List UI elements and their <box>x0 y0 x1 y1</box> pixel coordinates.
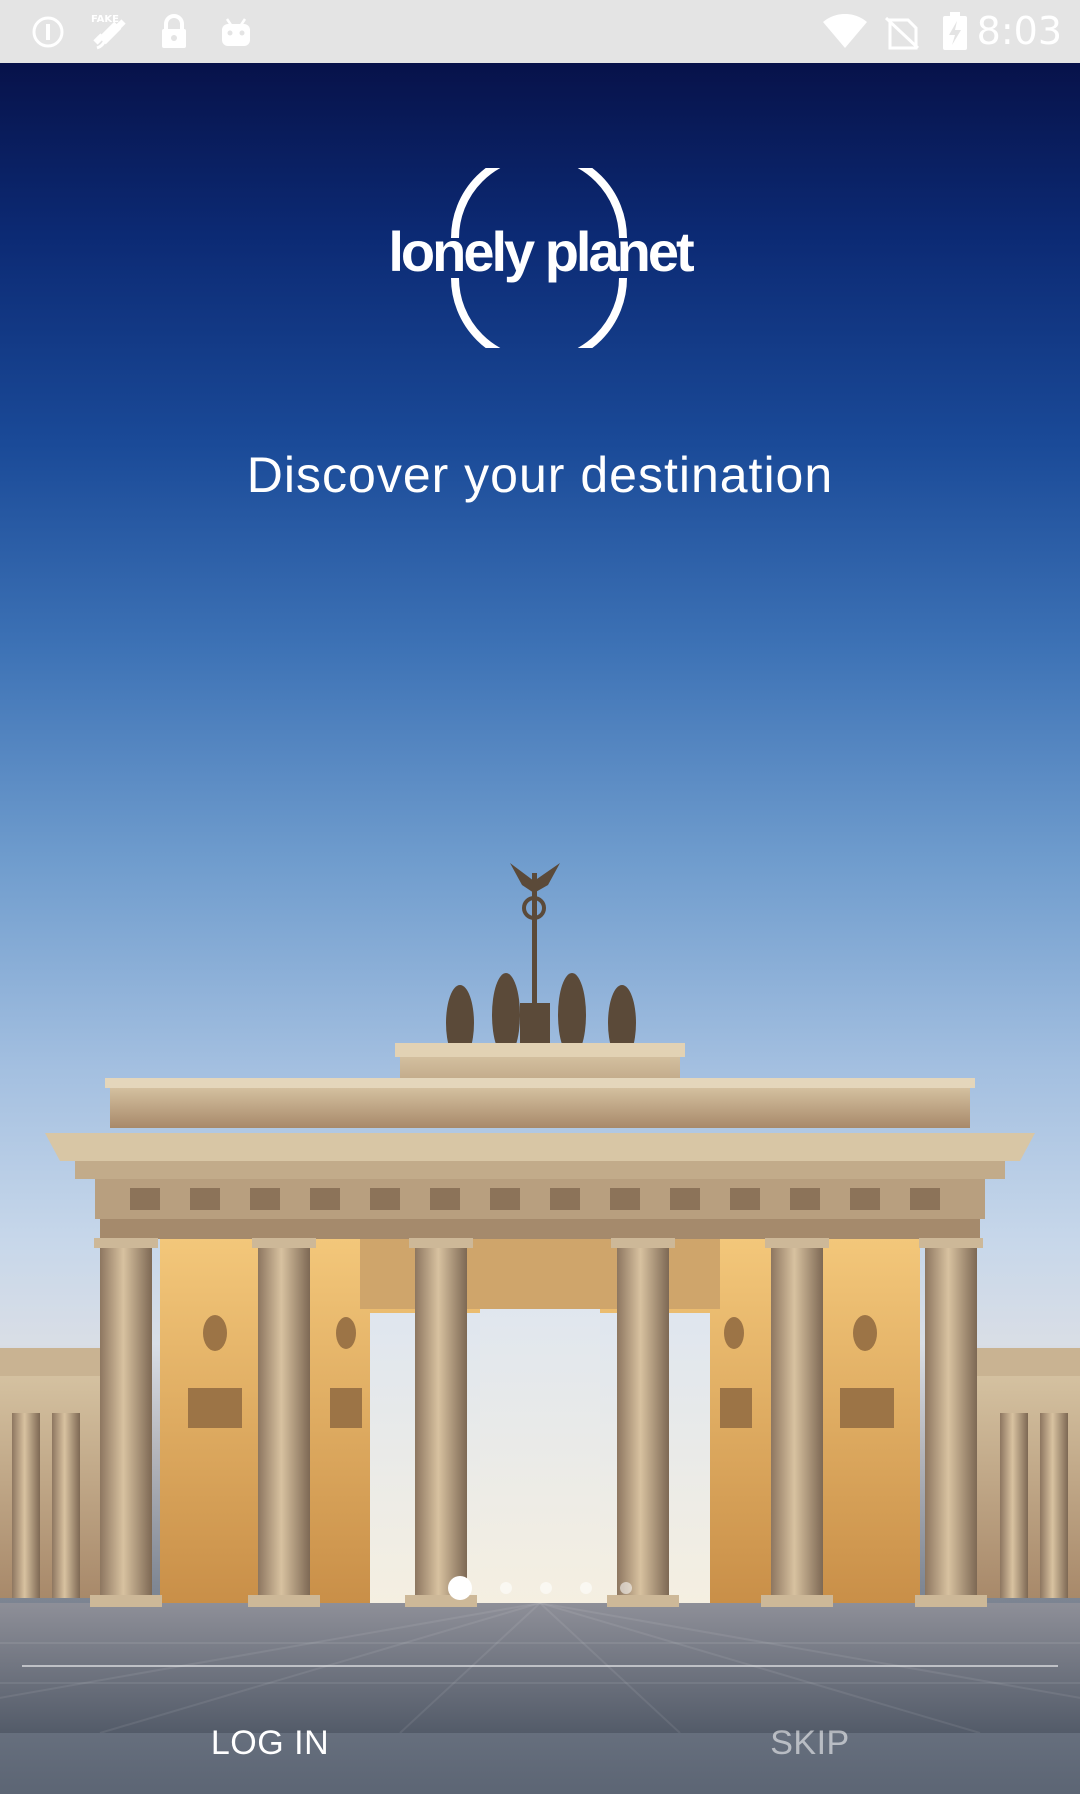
skip-button[interactable]: SKIP <box>660 1703 960 1783</box>
onboarding-hero: lonely planet Discover your destination <box>0 63 1080 1794</box>
page-dot[interactable] <box>500 1582 512 1594</box>
page-dot[interactable] <box>620 1582 632 1594</box>
fake-gps-icon: FAKE <box>88 0 134 63</box>
onboarding-tagline: Discover your destination <box>246 447 834 503</box>
page-dot-active[interactable] <box>448 1576 472 1600</box>
page-dot[interactable] <box>540 1582 552 1594</box>
page-indicator <box>0 1573 1080 1603</box>
battery-charging-icon <box>938 0 972 63</box>
page-dot[interactable] <box>580 1582 592 1594</box>
bottom-divider <box>22 1665 1058 1667</box>
lonely-planet-logo: lonely planet <box>370 150 710 366</box>
status-bar: FAKE 8:03 <box>0 0 1080 63</box>
lock-icon <box>156 0 192 63</box>
android-icon <box>218 0 254 63</box>
status-time: 8:03 <box>976 9 1062 53</box>
info-icon <box>28 0 68 63</box>
no-signal-icon <box>882 0 922 63</box>
wifi-icon <box>820 0 870 63</box>
svg-text:lonely planet: lonely planet <box>388 220 694 283</box>
login-button[interactable]: LOG IN <box>120 1703 420 1783</box>
